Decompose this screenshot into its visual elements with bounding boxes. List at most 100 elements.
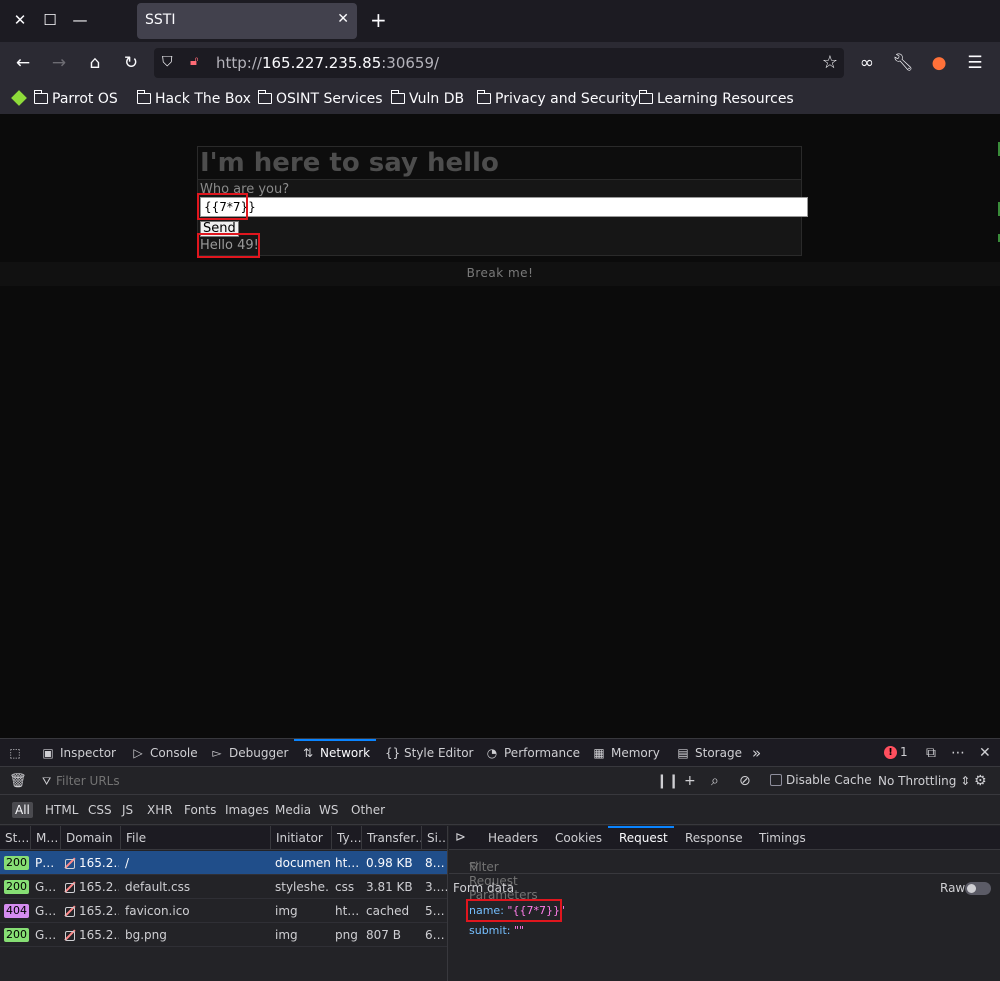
title-bar: ✕ ☐ — SSTI ✕ + (0, 0, 1000, 42)
maximize-window-icon[interactable]: ☐ (40, 10, 60, 30)
memory-icon: ▦ (593, 746, 605, 760)
tab-memory[interactable]: ▦ Memory (592, 739, 659, 767)
raw-toggle[interactable] (965, 882, 991, 895)
bookmark-star-icon[interactable]: ☆ (822, 52, 838, 73)
request-details-panel: ⊳ Headers Cookies Request Response Timin… (449, 826, 1000, 981)
tab-request[interactable]: Request (619, 826, 668, 850)
trash-icon[interactable]: 🗑︎ (9, 773, 27, 789)
bookmark-label: Hack The Box (155, 91, 251, 107)
filter-js[interactable]: JS (119, 802, 136, 818)
col-status[interactable]: St… (0, 826, 30, 850)
bookmark-vuln-db[interactable]: Vuln DB (390, 89, 464, 109)
more-options-icon[interactable]: ⋯ (951, 739, 965, 767)
tab-performance[interactable]: ◔ Performance (485, 739, 580, 767)
tab-network[interactable]: ⇅ Network (301, 739, 370, 767)
filter-all[interactable]: All (12, 802, 33, 818)
col-initiator[interactable]: Initiator (270, 826, 331, 850)
col-transferred[interactable]: Transfer… (361, 826, 421, 850)
col-size[interactable]: Si… (421, 826, 447, 850)
close-window-icon[interactable]: ✕ (10, 10, 30, 30)
folder-icon (136, 90, 151, 104)
filter-fonts[interactable]: Fonts (181, 802, 219, 818)
filter-images[interactable]: Images (222, 802, 272, 818)
tab-label: Storage (695, 746, 742, 760)
extension-fox-icon[interactable]: ● (928, 52, 950, 74)
col-method[interactable]: M… (30, 826, 60, 850)
throttling-select[interactable]: No Throttling ⇕ (878, 774, 970, 788)
tab-inspector[interactable]: ▣ Inspector (41, 739, 116, 767)
back-icon[interactable]: ← (12, 52, 34, 74)
status-badge: 200 (4, 856, 29, 870)
dock-side-icon[interactable]: ⧉ (926, 739, 936, 767)
table-row[interactable]: 200 P… 165.2… / document ht… 0.98 KB 8… (0, 851, 447, 875)
col-file[interactable]: File (120, 826, 270, 850)
filter-ws[interactable]: WS (316, 802, 341, 818)
tab-cookies[interactable]: Cookies (555, 826, 602, 850)
filter-media[interactable]: Media (272, 802, 314, 818)
wrench-icon[interactable]: 🔧︎ (892, 52, 914, 74)
tab-response[interactable]: Response (685, 826, 743, 850)
tab-close-icon[interactable]: ✕ (337, 11, 349, 27)
tab-style-editor[interactable]: {} Style Editor (385, 739, 473, 767)
request-size: 5… (425, 904, 445, 918)
error-badge-icon[interactable]: ! (884, 746, 897, 759)
table-row[interactable]: 404 G… 165.2… favicon.ico img ht… cached… (0, 899, 447, 923)
filter-other[interactable]: Other (348, 802, 388, 818)
more-tabs-chevron-icon[interactable]: » (752, 739, 761, 767)
disable-cache-checkbox[interactable]: Disable Cache (770, 773, 872, 787)
console-icon: ▷ (133, 746, 143, 760)
close-devtools-icon[interactable]: ✕ (979, 739, 991, 767)
bookmark-parrot-os[interactable]: Parrot OS (11, 89, 118, 109)
browser-tab[interactable]: SSTI ✕ (137, 3, 357, 39)
tab-debugger[interactable]: ▻ Debugger (210, 739, 288, 767)
filter-urls-input[interactable]: Filter URLs (56, 774, 120, 788)
add-icon[interactable]: + (684, 773, 696, 789)
private-mask-icon[interactable]: ∞ (856, 52, 878, 74)
inspector-icon: ▣ (42, 746, 54, 760)
url-text[interactable]: http://165.227.235.85:30659/ (216, 54, 439, 72)
table-row[interactable]: 200 G… 165.2… default.css styleshe… css … (0, 875, 447, 899)
filter-xhr[interactable]: XHR (144, 802, 176, 818)
name-input[interactable] (200, 197, 808, 217)
url-bar[interactable]: ⛉ 🔓︎ http://165.227.235.85:30659/ ☆ (154, 48, 844, 78)
tab-headers[interactable]: Headers (488, 826, 538, 850)
pick-element-icon[interactable]: ⬚ (8, 739, 27, 767)
tab-label: Performance (504, 746, 581, 760)
insecure-lock-icon[interactable]: 🔓︎ (190, 54, 198, 69)
tracking-shield-icon[interactable]: ⛉ (162, 54, 173, 70)
table-row[interactable]: 200 G… 165.2… bg.png img png 807 B 6… (0, 923, 447, 947)
filter-html[interactable]: HTML (42, 802, 81, 818)
gear-icon[interactable]: ⚙ (974, 773, 987, 789)
col-type[interactable]: Ty… (331, 826, 361, 850)
request-type: ht… (335, 856, 360, 870)
search-icon[interactable]: ⌕ (711, 773, 719, 789)
checkbox-icon (770, 774, 782, 786)
pause-icon[interactable]: ❙❙ (656, 773, 679, 789)
request-type: png (335, 928, 358, 942)
request-transferred: 0.98 KB (366, 856, 413, 870)
tab-timings[interactable]: Timings (759, 826, 806, 850)
tab-label: Style Editor (404, 746, 474, 760)
bookmark-hack-the-box[interactable]: Hack The Box (136, 89, 251, 109)
filter-request-parameters[interactable]: ⛛ Filter Request Parameters (449, 850, 1000, 902)
tab-label: Debugger (229, 746, 289, 760)
filter-css[interactable]: CSS (85, 802, 115, 818)
col-domain[interactable]: Domain (60, 826, 120, 850)
toggle-sidebar-icon[interactable]: ⊳ (455, 826, 466, 850)
request-size: 8… (425, 856, 445, 870)
request-transferred: 807 B (366, 928, 401, 942)
tab-storage[interactable]: ▤ Storage (676, 739, 742, 767)
bookmark-osint-services[interactable]: OSINT Services (257, 89, 383, 109)
new-tab-icon[interactable]: + (370, 9, 387, 31)
tab-console[interactable]: ▷ Console (131, 739, 197, 767)
home-icon[interactable]: ⌂ (84, 52, 106, 74)
block-icon[interactable]: ⊘ (739, 773, 751, 789)
bookmark-privacy-security[interactable]: Privacy and Security (476, 89, 638, 109)
bookmark-learning-resources[interactable]: Learning Resources (638, 89, 794, 109)
devtools-panel: ⬚ ▣ Inspector ▷ Console ▻ Debugger ⇅ Network… (0, 738, 1000, 981)
storage-icon: ▤ (677, 746, 689, 760)
menu-hamburger-icon[interactable]: ☰ (964, 52, 986, 74)
forward-icon[interactable]: → (48, 52, 70, 74)
reload-icon[interactable]: ↻ (120, 52, 142, 74)
minimize-window-icon[interactable]: — (70, 10, 90, 30)
